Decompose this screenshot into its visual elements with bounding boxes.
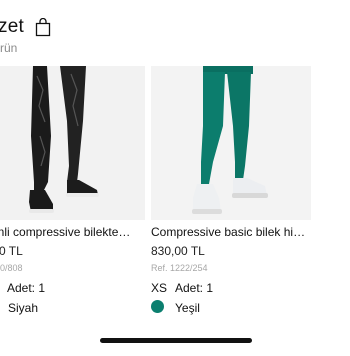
product-size: XS bbox=[151, 281, 168, 295]
product-ref: Ref. 1222/254 bbox=[151, 263, 208, 273]
product-price: 830,00 TL bbox=[151, 244, 205, 258]
product-name[interactable]: Compressive basic bilek hiz… bbox=[151, 225, 311, 239]
shopping-bag-icon[interactable] bbox=[35, 18, 51, 37]
product-image[interactable] bbox=[151, 66, 311, 220]
green-leggings-image bbox=[151, 66, 311, 220]
product-color-name: Siyah bbox=[8, 301, 39, 315]
home-indicator bbox=[100, 338, 252, 343]
color-swatch bbox=[151, 300, 164, 313]
product-quantity: Adet: 1 bbox=[175, 281, 214, 295]
product-quantity: Adet: 1 bbox=[7, 281, 46, 295]
product-image[interactable] bbox=[0, 66, 145, 220]
product-card[interactable]: Compressive basic bilek hiz… 830,00 TL R… bbox=[151, 66, 311, 356]
page-title: zet bbox=[0, 16, 24, 37]
black-leggings-image bbox=[0, 66, 145, 220]
product-name[interactable]: senli compressive bilekte… bbox=[0, 225, 145, 239]
product-color-name: Yeşil bbox=[175, 301, 200, 315]
product-card[interactable]: senli compressive bilekte… ),00 TL 1260/… bbox=[0, 66, 145, 356]
product-ref: 1260/808 bbox=[0, 263, 23, 273]
product-price: ),00 TL bbox=[0, 244, 23, 258]
item-count: rün bbox=[0, 41, 18, 55]
